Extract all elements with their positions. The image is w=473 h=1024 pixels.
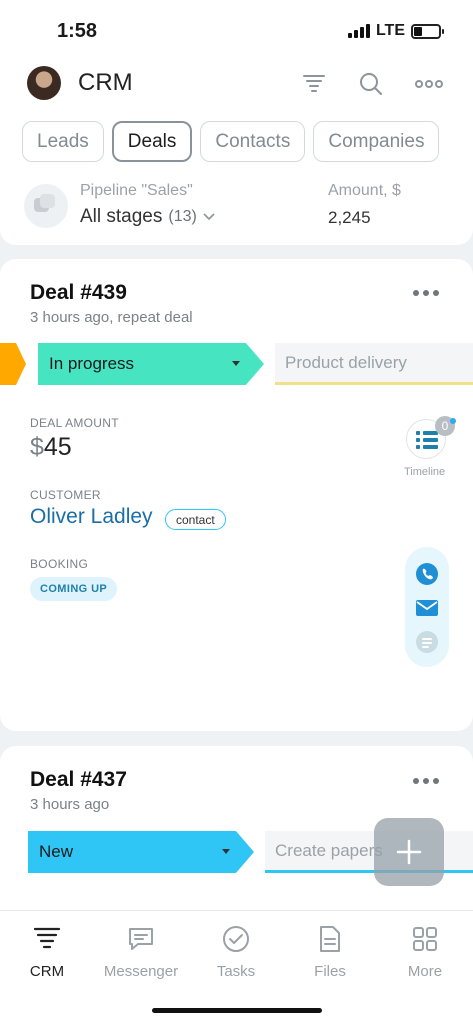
deal-subtitle: 3 hours ago, repeat deal xyxy=(30,309,193,326)
nav-label: Files xyxy=(314,963,346,980)
bottom-nav: CRM Messenger Tasks Files More xyxy=(0,910,473,1024)
caret-down-icon xyxy=(222,849,230,854)
deal-amount: $45 xyxy=(30,433,72,461)
deal-title: Deal #439 xyxy=(30,281,127,304)
timeline-label: Timeline xyxy=(404,466,446,478)
amount-total: 2,245 xyxy=(328,208,371,227)
nav-more[interactable]: More xyxy=(378,923,472,980)
previous-stage-marker xyxy=(0,343,26,385)
stage-label: New xyxy=(39,842,74,861)
stage-selector-value: All stages xyxy=(80,206,163,227)
deal-amount-label: DEAL AMOUNT xyxy=(30,416,119,430)
nav-tasks[interactable]: Tasks xyxy=(189,923,283,980)
home-indicator xyxy=(152,1008,322,1013)
phone-icon[interactable] xyxy=(416,563,438,585)
add-deal-button[interactable] xyxy=(374,818,444,886)
chevron-down-icon xyxy=(203,213,215,221)
booking-status-badge: COMING UP xyxy=(30,577,118,601)
nav-crm[interactable]: CRM xyxy=(0,923,94,980)
more-icon[interactable] xyxy=(415,70,443,98)
deal-subtitle: 3 hours ago xyxy=(30,796,110,813)
deal-more-icon[interactable] xyxy=(413,776,441,786)
customer-type-chip: contact xyxy=(165,509,226,530)
caret-down-icon xyxy=(232,361,240,366)
search-icon[interactable] xyxy=(357,70,385,98)
nav-label: Tasks xyxy=(216,963,256,980)
tab-bar: Leads Deals Contacts Companies xyxy=(22,121,440,162)
nav-label: Messenger xyxy=(103,963,179,980)
status-bar: 1:58 LTE xyxy=(0,18,473,46)
unread-dot xyxy=(450,418,456,424)
nav-messenger[interactable]: Messenger xyxy=(94,923,188,980)
pipeline-icon xyxy=(24,184,68,228)
app-header: CRM xyxy=(0,64,473,104)
status-time: 1:58 xyxy=(57,20,98,42)
nav-files[interactable]: Files xyxy=(283,923,377,980)
timeline-icon xyxy=(416,431,438,449)
check-circle-icon xyxy=(189,923,283,955)
email-icon[interactable] xyxy=(416,599,438,617)
grid-icon xyxy=(378,923,472,955)
deal-card[interactable]: Deal #439 3 hours ago, repeat deal In pr… xyxy=(0,259,473,731)
tab-contacts[interactable]: Contacts xyxy=(200,121,306,162)
stage-count: (13) xyxy=(168,208,197,225)
page-title: CRM xyxy=(78,69,133,96)
signal-icon xyxy=(347,24,370,38)
pipeline-label: Pipeline "Sales" xyxy=(80,182,193,199)
customer-label: CUSTOMER xyxy=(30,488,101,502)
next-stage-button[interactable]: Product delivery xyxy=(275,343,473,385)
stage-selector[interactable]: All stages (13) xyxy=(80,206,215,228)
tab-companies[interactable]: Companies xyxy=(313,121,440,162)
nav-label: CRM xyxy=(29,963,65,980)
plus-icon xyxy=(396,839,422,865)
battery-icon xyxy=(411,23,444,39)
stage-selector-button[interactable]: New xyxy=(28,831,254,873)
network-label: LTE xyxy=(375,22,405,39)
booking-label: BOOKING xyxy=(30,557,89,571)
chat-icon[interactable] xyxy=(416,631,438,653)
tab-deals[interactable]: Deals xyxy=(111,121,193,162)
top-panel: 1:58 LTE CRM Leads Deals Contacts Compan… xyxy=(0,0,473,245)
crm-icon xyxy=(0,923,94,955)
amount-label: Amount, $ xyxy=(328,182,401,199)
deal-title: Deal #437 xyxy=(30,768,127,791)
customer-name-link[interactable]: Oliver Ladley xyxy=(30,505,153,529)
funnel-icon[interactable] xyxy=(300,70,328,98)
pipeline-filter[interactable]: Pipeline "Sales" All stages (13) Amount,… xyxy=(24,182,454,232)
stage-selector-button[interactable]: In progress xyxy=(38,343,264,385)
deal-more-icon[interactable] xyxy=(413,288,441,298)
tab-leads[interactable]: Leads xyxy=(22,121,104,162)
nav-label: More xyxy=(407,963,443,980)
file-icon xyxy=(283,923,377,955)
quick-actions-panel xyxy=(405,547,449,667)
stage-label: In progress xyxy=(49,354,135,373)
avatar[interactable] xyxy=(27,66,61,100)
chat-icon xyxy=(94,923,188,955)
